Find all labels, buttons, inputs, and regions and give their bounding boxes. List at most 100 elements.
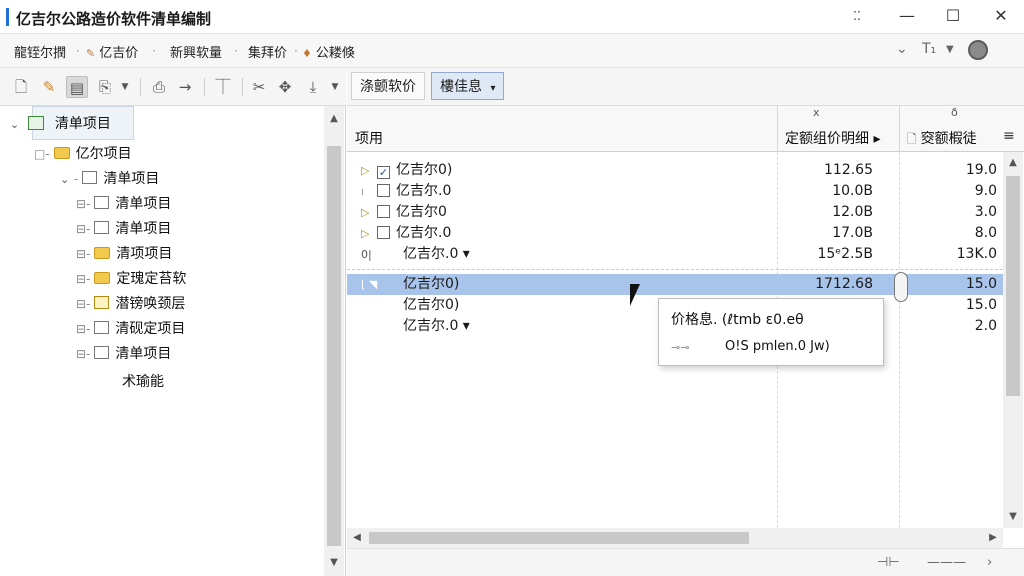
table-row[interactable]: 0| 亿吉尔.0 ▾ 15ᵉ2.5B 13K.0 <box>347 244 1003 265</box>
row-separator <box>347 269 1003 270</box>
branch-connector: ⊟- <box>76 297 91 311</box>
row-qty: 8.0 <box>974 225 997 241</box>
toolbar-separator <box>140 78 141 96</box>
row-name: 亿吉尔.0 ▾ <box>403 246 470 262</box>
text-format-icon[interactable]: T₁ <box>922 41 936 57</box>
new-document-icon[interactable]: 🗋 <box>10 76 32 98</box>
column-header-qty[interactable]: 🗋 窔额椵徒 <box>907 128 977 151</box>
table-row[interactable]: ▷ 亿吉尔.0 17.0B 8.0 <box>347 223 1003 244</box>
branch-connector: ⊟- <box>76 347 91 361</box>
minimize-button[interactable]: — <box>884 0 930 34</box>
branch-connector: ⊟- <box>76 222 91 236</box>
collapse-icon[interactable]: ⌄ <box>60 168 74 192</box>
zoom-fit-icon[interactable]: ⊣⊢ <box>877 555 900 570</box>
left-toolbar: 🗋 ✎ ▤ ⎘ ▼ ⎙ → ⏉ ✂ ✥ ⤓ ▼ <box>0 68 346 106</box>
column-divider[interactable] <box>777 106 778 152</box>
title-accent <box>6 8 9 26</box>
menu-item-2[interactable]: ✎ 亿吉价 <box>86 42 138 61</box>
menu-item-4[interactable]: 集拜价 <box>248 42 287 61</box>
collapse-icon[interactable]: ⌄ <box>10 113 24 137</box>
menu-item-5[interactable]: ♦ 公耧倏 <box>302 42 355 61</box>
dropdown-arrow-icon[interactable]: ▼ <box>114 76 136 98</box>
scrollbar-thumb[interactable] <box>369 532 749 544</box>
row-checkbox[interactable] <box>377 184 390 197</box>
cut-icon[interactable]: ✂ <box>248 76 270 98</box>
branch-connector: ı <box>361 185 365 198</box>
scrollbar-thumb[interactable] <box>327 146 341 546</box>
table-row[interactable]: ı 亿吉尔.0 10.0B 9.0 <box>347 181 1003 202</box>
menu-item-3[interactable]: 新興软量 <box>170 42 222 61</box>
scroll-down-icon[interactable]: ▼ <box>1003 508 1023 526</box>
scroll-down-icon[interactable]: ▼ <box>324 554 344 572</box>
tree-item[interactable]: ⊟- 清项项目 <box>76 242 172 266</box>
expand-icon[interactable]: ▷ <box>361 202 377 223</box>
arrow-right-icon[interactable]: → <box>174 76 196 98</box>
scroll-right-icon[interactable]: ▶ <box>983 529 1003 547</box>
chevron-down-icon: ▾ <box>490 83 496 94</box>
tree-item[interactable]: ⊟- 清单项目 <box>76 192 171 216</box>
tree-item[interactable]: ⊟- 清单项目 <box>76 217 171 241</box>
zoom-slider-icon[interactable]: ——— <box>927 555 966 570</box>
tree-item[interactable]: □- 亿尔项目 <box>34 142 132 166</box>
row-checkbox[interactable] <box>377 226 390 239</box>
row-checkbox[interactable] <box>377 166 390 179</box>
scroll-up-icon[interactable]: ▲ <box>1003 154 1023 172</box>
table-row[interactable]: ▷ 亿吉尔0) 112.65 19.0 <box>347 160 1003 181</box>
window-title: 亿吉尔公路造价软件清单编制 <box>16 10 212 28</box>
link-icon: ⊸⊸ <box>671 341 690 354</box>
chevron-down-icon[interactable]: ⌄ <box>896 41 908 57</box>
document-icon <box>94 321 110 334</box>
menu-item-1[interactable]: 龍铚尔撋 <box>14 42 66 61</box>
align-icon[interactable]: ⏉ <box>212 76 234 98</box>
branch-connector: □- <box>34 147 50 161</box>
tree-item[interactable]: ⊟- 潜镑唤颈层 <box>76 292 185 316</box>
menu-separator: · <box>76 44 80 58</box>
globe-icon[interactable] <box>968 40 988 60</box>
tree-root[interactable]: ⌄ 清单项目 <box>10 112 111 136</box>
move-icon[interactable]: ✥ <box>274 76 296 98</box>
row-checkbox[interactable] <box>377 205 390 218</box>
row-qty: 15.0 <box>965 297 997 313</box>
maximize-button[interactable]: ☐ <box>930 0 976 34</box>
close-button[interactable]: ✕ <box>978 0 1024 34</box>
tree-vertical-scrollbar[interactable]: ▲ ▼ <box>324 106 344 576</box>
tree-item[interactable]: ⌄ - 清单项目 <box>60 167 159 191</box>
chevron-right-icon[interactable]: › <box>987 555 992 570</box>
tree-item[interactable]: 术瑜能 <box>122 370 164 394</box>
edit-pen-icon[interactable]: ✎ <box>38 76 60 98</box>
column-header-item[interactable]: 项用 <box>355 128 383 148</box>
grid-vertical-scrollbar[interactable]: ▲ ▼ <box>1003 152 1023 528</box>
grid-horizontal-scrollbar[interactable]: ◀ ▶ <box>347 528 1003 548</box>
scrollbar-thumb[interactable] <box>1006 176 1020 396</box>
row-marker: 0| <box>361 248 372 261</box>
tree-item[interactable]: ⊟- 定瑰定苔软 <box>76 267 186 291</box>
dropdown-icon[interactable]: ▼ <box>946 44 954 55</box>
scroll-left-icon[interactable]: ◀ <box>347 529 367 547</box>
export-icon[interactable]: ⎙ <box>148 76 170 98</box>
title-bar: 亿吉尔公路造价软件清单编制 ⁚⁚ — ☐ ✕ <box>0 0 1024 34</box>
grid-view-icon[interactable]: ▤ <box>66 76 88 98</box>
tree-item-label: 潜镑唤颈层 <box>115 296 186 312</box>
column-header-qty-label: 窔额椵徒 <box>920 131 977 147</box>
column-divider[interactable] <box>899 106 900 152</box>
scroll-up-icon[interactable]: ▲ <box>324 110 344 128</box>
document-icon <box>94 196 110 209</box>
expand-icon[interactable]: ▷ <box>361 160 377 181</box>
tab-quota-price[interactable]: 涤颤软价 <box>351 72 425 100</box>
tree-item-label: 清单项目 <box>115 221 172 237</box>
column-header-price[interactable]: 定额组价明细 ▸ <box>785 128 880 148</box>
move-down-icon[interactable]: ⤓ <box>302 76 324 98</box>
column-menu-icon[interactable]: ≡ <box>1003 128 1015 144</box>
tooltip-detail: O!S pmlen.0 Jw) <box>725 339 830 354</box>
dropdown-arrow-icon[interactable]: ▼ <box>324 76 346 98</box>
row-name: 亿吉尔0 <box>396 204 447 220</box>
tree-item[interactable]: ⊟- 清单项目 <box>76 342 171 366</box>
copy-icon[interactable]: ⎘ <box>94 76 116 98</box>
settings-icon[interactable]: ⁚⁚ <box>834 0 880 34</box>
expand-icon[interactable]: ▷ <box>361 223 377 244</box>
column-resize-handle[interactable] <box>894 272 908 302</box>
menu-separator: · <box>294 44 298 58</box>
tree-item[interactable]: ⊟- 清砚定项目 <box>76 317 185 341</box>
tab-info-dropdown[interactable]: 樓佳息 ▾ <box>431 72 505 100</box>
table-row[interactable]: ▷ 亿吉尔0 12.0B 3.0 <box>347 202 1003 223</box>
